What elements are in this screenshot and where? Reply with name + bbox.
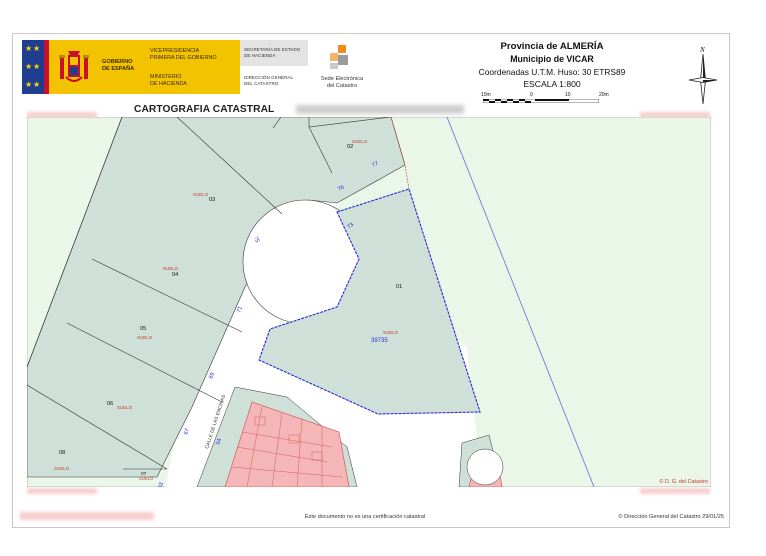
- parcel-number: 05: [140, 326, 146, 332]
- parcel-tag: SUELO: [137, 335, 153, 340]
- sede-electronica-logo-icon: [330, 45, 348, 69]
- cartografia-catastral-title: CARTOGRAFIA CATASTRAL: [134, 104, 275, 115]
- provincia-title: Provincia de ALMERÍA: [500, 41, 604, 52]
- parcel-number: 06: [107, 401, 113, 407]
- footer-copyright: © Dirección General del Catastro 29/01/2…: [618, 514, 725, 520]
- gobierno-line-1: GOBIERNO: [102, 59, 133, 65]
- vicepresidencia-text: VICEPRESIDENCIA PRIMERA DEL GOBIERNO: [150, 48, 217, 61]
- north-label: N: [699, 46, 705, 54]
- scale-bar: [483, 99, 599, 103]
- parcel-number: 07: [141, 471, 147, 477]
- flag-stripe: [44, 40, 49, 94]
- scale-tick-label: 10m: [481, 92, 491, 98]
- ministerio-line-1: MINISTERIO: [150, 74, 182, 80]
- scale-tick-label: 0: [530, 92, 533, 98]
- parcel-tag: SUELO: [193, 192, 209, 197]
- direccion-line-2: DEL CATASTRO: [244, 80, 279, 86]
- ministerio-line-2: DE HACIENDA: [150, 80, 187, 87]
- secretaria-line-2: DE HACIENDA: [244, 52, 276, 58]
- direccion-line-1: DIRECCIÓN GENERAL: [244, 75, 294, 80]
- government-logo-block: ★ ★ ★ ★ ★ ★ GOBIERNO DE ESPAÑA VICEPRESIDEN…: [22, 40, 240, 94]
- vicepresidencia-line-2: PRIMERA DEL GOBIERNO: [150, 54, 217, 61]
- municipio-title: Municipio de VICAR: [510, 54, 594, 64]
- secretaria-line-1: SECRETARÍA DE ESTADO: [244, 47, 301, 52]
- gobierno-text: GOBIERNO DE ESPAÑA: [102, 59, 134, 72]
- coordinate-system: Coordenadas U.T.M. Huso: 30 ETRS89: [478, 67, 626, 77]
- cadastral-map[interactable]: SUELO 02 SUELO 03 SUELO 04 SUELO 05 SUEL…: [27, 117, 711, 487]
- parcel-number: 08: [59, 450, 65, 456]
- scale-tick-label: 20m: [599, 92, 609, 98]
- redacted-corner-mark: [640, 488, 710, 494]
- sede-line-2: del Catastro: [326, 82, 358, 89]
- parcel-tag: SUELO: [383, 330, 399, 335]
- scale-text: ESCALA 1:800: [523, 79, 581, 89]
- map-copyright: © D. G. del Catastro: [659, 479, 708, 485]
- parcel-number: 04: [172, 272, 178, 278]
- secretaria-block: SECRETARÍA DE ESTADO DE HACIENDA: [240, 40, 308, 66]
- parcel-tag: SUELO: [352, 139, 368, 144]
- parcel-reference: 39735: [371, 338, 388, 344]
- parcel-number: 02: [347, 144, 353, 150]
- sede-electronica-text: Sede Electrónica del Catastro: [310, 76, 374, 89]
- footer-notice: Este documento no es una certificación c…: [304, 514, 426, 520]
- north-arrow-icon: N: [688, 46, 718, 105]
- parcel-tag: SUELO: [117, 405, 133, 410]
- map-title-block: Provincia de ALMERÍA Municipio de VICAR …: [452, 40, 652, 90]
- redacted-corner-mark: [27, 488, 97, 494]
- redacted-footer-left: [20, 512, 154, 520]
- eu-flag-icon: ★ ★ ★ ★ ★ ★: [22, 40, 44, 94]
- gobierno-line-2: DE ESPAÑA: [102, 65, 135, 72]
- coat-of-arms-icon: [59, 51, 89, 82]
- parcel-tag: SUELO: [163, 266, 179, 271]
- parcel-number: 03: [209, 197, 215, 203]
- parcel-tag: SUELO: [54, 466, 70, 471]
- roundabout-south: [466, 448, 504, 486]
- parcel-number: 01: [396, 284, 402, 290]
- direccion-text: DIRECCIÓN GENERAL DEL CATASTRO: [244, 75, 293, 86]
- ministerio-text: MINISTERIO DE HACIENDA: [150, 74, 187, 87]
- scale-tick-label: 10: [565, 92, 571, 98]
- redacted-reference: [296, 105, 464, 114]
